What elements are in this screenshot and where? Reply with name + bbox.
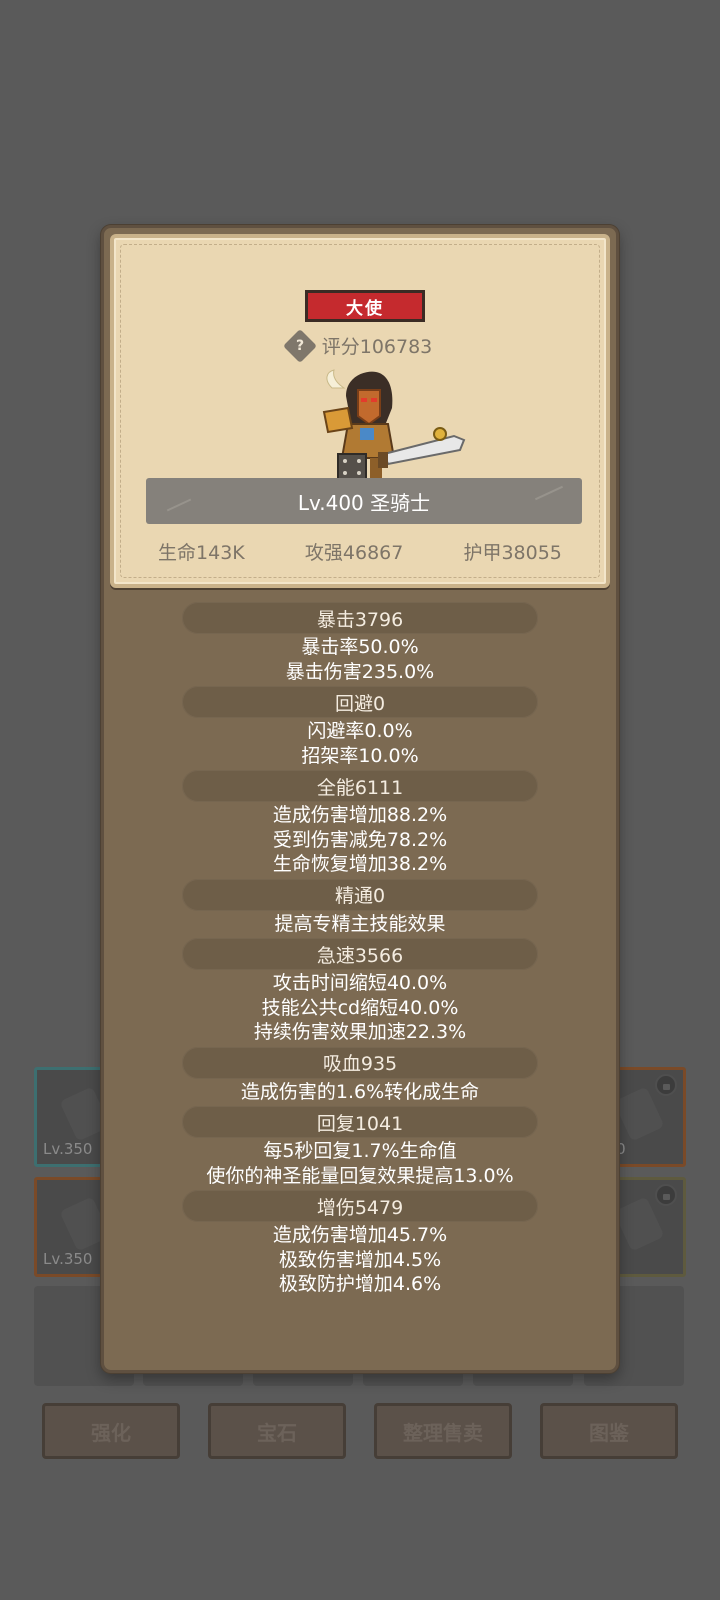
stat-header: 急速3566 (182, 938, 538, 970)
stat-line: 受到伤害减免78.2% (272, 828, 448, 851)
slot-level: Lv.350 (43, 1140, 93, 1158)
stat-line: 生命恢复增加38.2% (272, 853, 448, 875)
stat-header: 回避0 (182, 686, 538, 718)
stat-line: 使你的神圣能量回复效果提高13.0% (206, 1164, 514, 1187)
hero-stats-panel: 大使 ? 评分106783 Lv.400 圣骑士 生命143K 攻强46867 … (101, 225, 619, 1373)
slot-level: Lv.350 (43, 1250, 93, 1268)
stat-header: 精通0 (182, 878, 538, 911)
ring-icon (613, 1196, 665, 1252)
lock-icon (655, 1184, 677, 1206)
score-row: ? 评分106783 (114, 328, 606, 363)
stat-group-regen: 回复1041 每5秒回复1.7%生命值 使你的神圣能量回复效果提高13.0% (104, 1106, 616, 1188)
paladin-portrait (322, 369, 466, 481)
help-icon[interactable]: ? (282, 328, 317, 363)
stat-header: 暴击3796 (182, 602, 538, 634)
stat-line: 极致伤害增加4.5% (278, 1248, 442, 1271)
stat-header: 吸血935 (182, 1046, 538, 1079)
armor-icon (613, 1086, 665, 1142)
codex-button[interactable]: 图鉴 (540, 1403, 678, 1459)
stat-group-damage-bonus: 增伤5479 造成伤害增加45.7% 极致伤害增加4.5% 极致防护增加4.6% (104, 1190, 616, 1297)
hero-summary-card: 大使 ? 评分106783 Lv.400 圣骑士 生命143K 攻强46867 … (110, 234, 610, 588)
lock-icon (655, 1074, 677, 1096)
stat-line: 极致防护增加4.6% (278, 1273, 442, 1295)
gem-button[interactable]: 宝石 (208, 1403, 346, 1459)
title-badge: 大使 (305, 290, 425, 322)
stat-line: 攻击时间缩短40.0% (272, 972, 448, 994)
attack-stat: 攻强46867 (304, 542, 404, 564)
stat-line: 造成伤害增加88.2% (272, 804, 448, 826)
hero-score: 评分106783 (321, 336, 433, 358)
stat-group-haste: 急速3566 攻击时间缩短40.0% 技能公共cd缩短40.0% 持续伤害效果加… (104, 938, 616, 1045)
sort-sell-button[interactable]: 整理售卖 (374, 1403, 512, 1459)
enhance-button[interactable]: 强化 (42, 1403, 180, 1459)
hp-stat: 生命143K (158, 542, 245, 564)
detailed-stats-list: 暴击3796 暴击率50.0% 暴击伤害235.0% 回避0 闪避率0.0% 招… (104, 602, 616, 1299)
stat-group-mastery: 精通0 提高专精主技能效果 (104, 878, 616, 937)
stat-line: 每5秒回复1.7%生命值 (263, 1140, 457, 1162)
hero-name-bar: Lv.400 圣骑士 (146, 478, 582, 524)
stat-header: 回复1041 (182, 1106, 538, 1138)
stat-header: 增伤5479 (182, 1190, 538, 1222)
stat-line: 持续伤害效果加速22.3% (253, 1021, 467, 1043)
stat-line: 招架率10.0% (301, 744, 419, 767)
stat-line: 暴击伤害235.0% (285, 660, 435, 683)
armor-stat: 护甲38055 (463, 542, 562, 564)
stat-group-lifesteal: 吸血935 造成伤害的1.6%转化成生命 (104, 1046, 616, 1105)
stat-header: 全能6111 (182, 770, 538, 802)
stat-line: 造成伤害增加45.7% (272, 1224, 448, 1246)
base-stats: 生命143K 攻强46867 护甲38055 (114, 538, 606, 565)
stat-line: 提高专精主技能效果 (274, 912, 446, 935)
stat-group-avoidance: 回避0 闪避率0.0% 招架率10.0% (104, 686, 616, 768)
stat-group-crit: 暴击3796 暴击率50.0% 暴击伤害235.0% (104, 602, 616, 684)
stat-line: 闪避率0.0% (307, 720, 413, 742)
stat-line: 技能公共cd缩短40.0% (261, 996, 459, 1019)
stat-group-versatility: 全能6111 造成伤害增加88.2% 受到伤害减免78.2% 生命恢复增加38.… (104, 770, 616, 877)
stat-line: 造成伤害的1.6%转化成生命 (240, 1080, 480, 1103)
stat-line: 暴击率50.0% (301, 636, 419, 658)
